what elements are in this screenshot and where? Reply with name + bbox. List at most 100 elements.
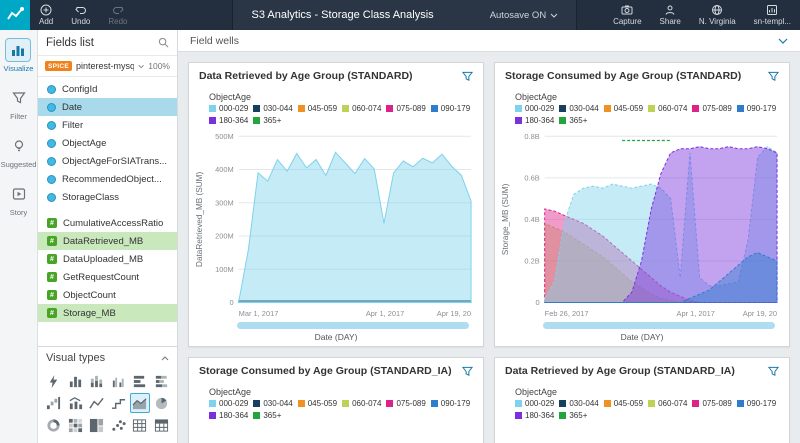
area-chart[interactable]: 0 100M 200M 300M 400M 500M Mar 1, 2017 Apr 1, 2… [189, 126, 483, 321]
legend-item-045-059[interactable]: 045-059 [297, 104, 337, 113]
capture-button[interactable]: Capture [604, 0, 650, 30]
legend-item-030-044[interactable]: 030-044 [253, 104, 293, 113]
legend-item-045-059[interactable]: 045-059 [297, 399, 337, 408]
legend-item-365plus[interactable]: 365+ [253, 411, 281, 420]
legend-item-075-089[interactable]: 075-089 [692, 104, 732, 113]
legend-item-180-364[interactable]: 180-364 [209, 116, 248, 125]
legend-item-090-179[interactable]: 090-179 [736, 104, 776, 113]
legend-item-045-059[interactable]: 045-059 [603, 104, 643, 113]
area-chart[interactable] [189, 421, 483, 443]
redo-button[interactable]: Redo [99, 0, 136, 30]
nav-story[interactable]: Story [6, 182, 32, 217]
undo-label: Undo [71, 17, 91, 26]
field-item-objectageforsiatrans[interactable]: ObjectAgeForSIATrans... [38, 152, 177, 170]
visual-type-table-icon[interactable] [130, 415, 150, 435]
field-item-storageclass[interactable]: StorageClass [38, 188, 177, 206]
filter-icon[interactable] [768, 71, 779, 82]
legend-item-000-029[interactable]: 000-029 [209, 399, 248, 408]
legend-item-060-074[interactable]: 060-074 [648, 104, 687, 113]
quicksight-logo[interactable] [0, 0, 30, 30]
legend-item-180-364[interactable]: 180-364 [209, 411, 248, 420]
legend-item-000-029[interactable]: 000-029 [209, 104, 248, 113]
visual-type-horizontal-stacked-bar-icon[interactable] [152, 371, 172, 391]
dataset-selector[interactable]: SPICE pinterest-mysql- 100% [38, 55, 177, 77]
legend-item-000-029[interactable]: 000-029 [515, 104, 554, 113]
field-item-storage-mb[interactable]: # Storage_MB [38, 304, 177, 322]
legend-item-090-179[interactable]: 090-179 [430, 399, 471, 408]
field-item-recommendedobject[interactable]: RecommendedObject... [38, 170, 177, 188]
visual-type-heat-map-icon[interactable] [66, 415, 86, 435]
legend-item-365plus[interactable]: 365+ [559, 116, 587, 125]
legend-item-365plus[interactable]: 365+ [253, 116, 281, 125]
search-icon[interactable] [158, 37, 169, 48]
field-item-filter[interactable]: Filter [38, 116, 177, 134]
user-menu[interactable]: sn-templ... [745, 0, 800, 30]
visual-type-area-line-chart-icon[interactable] [130, 393, 150, 413]
field-wells-expand-icon[interactable] [778, 38, 788, 44]
nav-suggested[interactable]: Suggested [1, 134, 36, 169]
visual-type-donut-chart-icon[interactable] [44, 415, 64, 435]
field-item-objectage[interactable]: ObjectAge [38, 134, 177, 152]
autosave-toggle[interactable]: Autosave ON [490, 10, 559, 21]
nav-filter[interactable]: Filter [6, 86, 32, 121]
field-item-getrequestcount[interactable]: # GetRequestCount [38, 268, 177, 286]
filter-icon[interactable] [768, 366, 779, 377]
visual-card-data-retrieved-standard-ia[interactable]: Data Retrieved by Age Group (STANDARD_IA… [494, 357, 790, 443]
field-item-objectcount[interactable]: # ObjectCount [38, 286, 177, 304]
legend-item-030-044[interactable]: 030-044 [253, 399, 293, 408]
visual-type-vertical-stacked-bar-icon[interactable] [87, 371, 107, 391]
field-label: DataUploaded_MB [63, 253, 144, 265]
collapse-chevron-icon[interactable] [161, 355, 169, 361]
legend-item-075-089[interactable]: 075-089 [386, 104, 426, 113]
analysis-canvas: Field wells Data Retrieved by Age Group … [178, 30, 800, 443]
legend-item-045-059[interactable]: 045-059 [603, 399, 643, 408]
legend-item-365plus[interactable]: 365+ [559, 411, 587, 420]
field-item-date[interactable]: Date [38, 98, 177, 116]
undo-button[interactable]: Undo [62, 0, 99, 30]
visual-type-combo-chart-icon[interactable] [66, 393, 86, 413]
date-scrollbar[interactable] [237, 322, 469, 329]
visual-type-tree-map-icon[interactable] [87, 415, 107, 435]
field-item-datauploaded-mb[interactable]: # DataUploaded_MB [38, 250, 177, 268]
visual-type-vertical-bar-icon[interactable] [66, 371, 86, 391]
nav-visualize[interactable]: Visualize [4, 38, 33, 73]
visual-type-horizontal-bar-icon[interactable] [130, 371, 150, 391]
filter-icon[interactable] [462, 366, 473, 377]
add-button[interactable]: Add [30, 0, 62, 30]
date-scrollbar[interactable] [543, 322, 775, 329]
legend-item-180-364[interactable]: 180-364 [515, 116, 554, 125]
visual-card-storage-consumed-standard-ia[interactable]: Storage Consumed by Age Group (STANDARD_… [188, 357, 484, 443]
visual-card-data-retrieved-standard[interactable]: Data Retrieved by Age Group (STANDARD) O… [188, 62, 484, 347]
visual-type-step-line-chart-icon[interactable] [109, 393, 129, 413]
region-selector[interactable]: N. Virginia [690, 0, 745, 30]
visual-type-scatter-plot-icon[interactable] [109, 415, 129, 435]
field-item-dataretrieved-mb[interactable]: # DataRetrieved_MB [38, 232, 177, 250]
legend-item-030-044[interactable]: 030-044 [559, 104, 599, 113]
filter-icon[interactable] [462, 71, 473, 82]
field-item-cumulativeaccessratio[interactable]: # CumulativeAccessRatio [38, 214, 177, 232]
legend-label: 000-029 [219, 399, 249, 408]
visual-type-pivot-table-icon[interactable] [152, 415, 172, 435]
field-item-configid[interactable]: ConfigId [38, 80, 177, 98]
legend-label: 090-179 [440, 399, 471, 408]
field-wells-bar[interactable]: Field wells [178, 30, 800, 52]
visual-type-auto-graph-icon[interactable] [44, 371, 64, 391]
visual-type-waterfall-icon[interactable] [44, 393, 64, 413]
visual-type-line-chart-icon[interactable] [87, 393, 107, 413]
visual-type-pie-chart-icon[interactable] [152, 393, 172, 413]
legend-item-000-029[interactable]: 000-029 [515, 399, 554, 408]
legend-item-060-074[interactable]: 060-074 [342, 399, 381, 408]
visual-type-clustered-bar-icon[interactable] [109, 371, 129, 391]
legend-item-060-074[interactable]: 060-074 [342, 104, 381, 113]
legend-item-075-089[interactable]: 075-089 [692, 399, 732, 408]
legend-item-090-179[interactable]: 090-179 [736, 399, 776, 408]
area-chart[interactable] [495, 421, 789, 443]
legend-item-090-179[interactable]: 090-179 [430, 104, 470, 113]
share-button[interactable]: Share [651, 0, 690, 30]
legend-item-030-044[interactable]: 030-044 [559, 399, 599, 408]
legend-item-075-089[interactable]: 075-089 [386, 399, 426, 408]
legend-item-180-364[interactable]: 180-364 [515, 411, 554, 420]
area-chart[interactable]: 0 0.2B 0.4B 0.6B 0.8B Feb 26, 2017 Apr 1, 2017… [495, 126, 789, 321]
visual-card-storage-consumed-standard[interactable]: Storage Consumed by Age Group (STANDARD)… [494, 62, 790, 347]
legend-item-060-074[interactable]: 060-074 [648, 399, 687, 408]
